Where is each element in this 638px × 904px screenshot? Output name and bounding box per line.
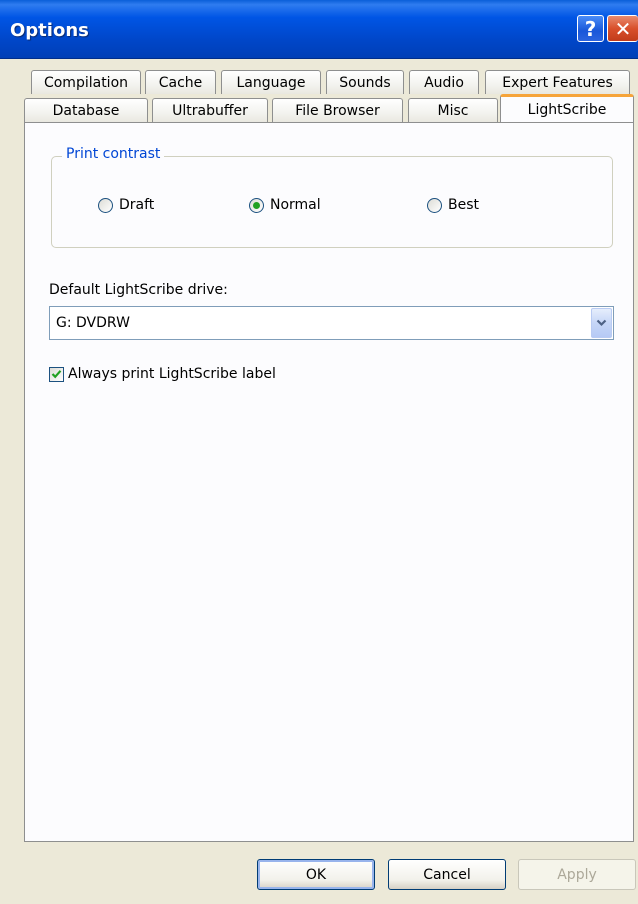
tab-file-browser[interactable]: File Browser bbox=[272, 98, 403, 122]
apply-button[interactable]: Apply bbox=[518, 859, 636, 890]
close-button[interactable]: ✕ bbox=[607, 15, 638, 42]
close-icon: ✕ bbox=[614, 16, 632, 41]
tab-label: Expert Features bbox=[502, 74, 613, 91]
tab-label: Database bbox=[52, 102, 120, 119]
cancel-label: Cancel bbox=[423, 866, 471, 883]
help-icon: ? bbox=[584, 16, 597, 41]
tab-panel-lightscribe: Print contrast Draft Normal Best Default… bbox=[24, 122, 634, 842]
default-drive-value: G: DVDRW bbox=[56, 315, 130, 331]
help-button[interactable]: ? bbox=[577, 15, 604, 42]
default-drive-select[interactable]: G: DVDRW bbox=[49, 306, 614, 340]
tab-language[interactable]: Language bbox=[221, 70, 321, 94]
tab-label: File Browser bbox=[295, 102, 380, 119]
tab-expert-features[interactable]: Expert Features bbox=[485, 70, 630, 94]
dropdown-button[interactable] bbox=[591, 308, 612, 338]
tab-misc[interactable]: Misc bbox=[408, 98, 498, 122]
tab-sounds[interactable]: Sounds bbox=[326, 70, 404, 94]
tab-label: Misc bbox=[437, 102, 469, 119]
radio-unselected-icon bbox=[98, 197, 113, 213]
radio-best[interactable]: Best bbox=[427, 197, 479, 213]
always-print-checkbox[interactable] bbox=[49, 366, 64, 382]
tab-label: Language bbox=[236, 74, 306, 91]
radio-dot bbox=[253, 201, 260, 209]
radio-normal[interactable]: Normal bbox=[249, 197, 321, 213]
radio-unselected-icon bbox=[427, 197, 442, 213]
ok-label: OK bbox=[305, 866, 327, 883]
radio-draft[interactable]: Draft bbox=[98, 197, 154, 213]
radio-label: Normal bbox=[270, 197, 321, 213]
tab-label: Ultrabuffer bbox=[172, 102, 248, 119]
tab-label: Audio bbox=[424, 74, 464, 91]
cancel-button[interactable]: Cancel bbox=[388, 859, 506, 890]
tab-label: Cache bbox=[158, 74, 203, 91]
tab-cache[interactable]: Cache bbox=[145, 70, 216, 94]
tab-database[interactable]: Database bbox=[24, 98, 148, 122]
always-print-label: Always print LightScribe label bbox=[68, 366, 276, 382]
print-contrast-legend: Print contrast bbox=[62, 146, 165, 162]
tab-audio[interactable]: Audio bbox=[409, 70, 479, 94]
tab-compilation[interactable]: Compilation bbox=[31, 70, 141, 94]
ok-button[interactable]: OK bbox=[257, 859, 375, 890]
tab-label: LightScribe bbox=[527, 101, 607, 118]
radio-label: Draft bbox=[119, 197, 155, 213]
options-dialog: Compilation Cache Language Sounds Audio … bbox=[0, 59, 638, 904]
apply-label: Apply bbox=[557, 866, 597, 883]
tab-label: Sounds bbox=[339, 74, 391, 91]
checkmark-icon bbox=[51, 370, 62, 379]
chevron-down-icon bbox=[596, 319, 607, 327]
tab-lightscribe[interactable]: LightScribe bbox=[500, 94, 634, 122]
tab-ultrabuffer[interactable]: Ultrabuffer bbox=[152, 98, 268, 122]
always-print-checkbox-row[interactable]: Always print LightScribe label bbox=[49, 366, 276, 382]
window-title: Options bbox=[10, 20, 89, 41]
default-drive-label: Default LightScribe drive: bbox=[49, 282, 228, 298]
tab-label: Compilation bbox=[43, 74, 129, 91]
title-bar[interactable]: Options ? ✕ bbox=[0, 0, 638, 59]
radio-selected-icon bbox=[249, 197, 264, 213]
print-contrast-group: Print contrast Draft Normal Best bbox=[51, 146, 613, 248]
radio-label: Best bbox=[448, 197, 480, 213]
